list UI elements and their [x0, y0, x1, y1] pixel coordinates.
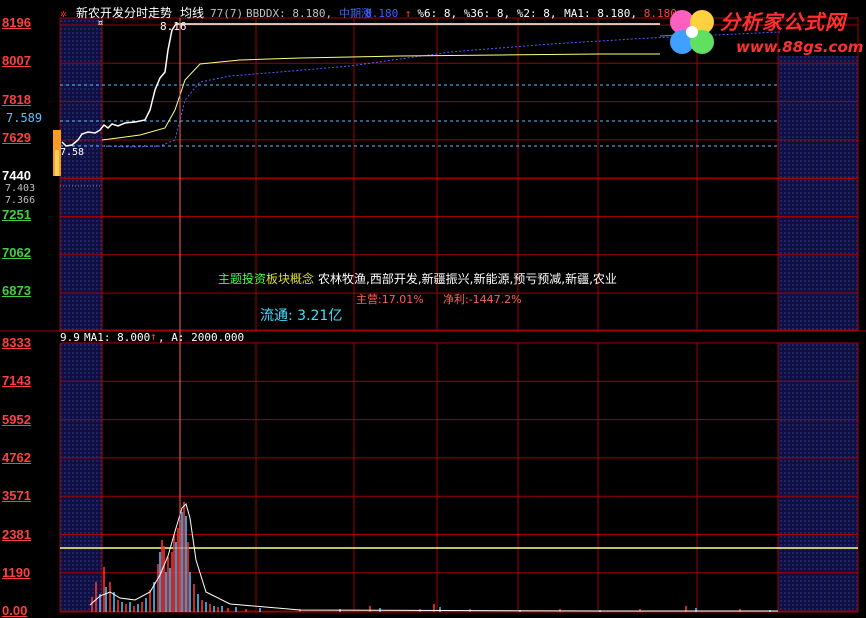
side-value-2: 7.403 — [5, 183, 36, 194]
volume-value: 9.9 — [60, 331, 80, 344]
intraday-chart-window: ¤ ✲ 新农开发分时走势 均线 77(7) BBDDX: 8.180, 中期涨 8.… — [0, 0, 866, 618]
theme-label: 主题投资 — [218, 272, 267, 286]
volume-axis-label: 0.00 — [2, 603, 28, 618]
volume-axis-label: 8333 — [2, 335, 31, 350]
low-price-annotation: 7.58 — [60, 147, 85, 158]
volume-a: , A: 2000.000 — [158, 331, 245, 344]
volume-axis-label: 1190 — [2, 564, 31, 580]
price-axis-label: 7062 — [2, 244, 31, 260]
concept-list: 农林牧渔,西部开发,新疆振兴,新能源,预亏预减,新疆,农业 — [318, 272, 617, 286]
indicator-item: 8.180 — [365, 7, 399, 20]
premarket-shade — [60, 18, 102, 330]
indicator-item: ↑ — [404, 7, 412, 20]
price-axis-label: 8007 — [2, 53, 31, 69]
volume-axis-label: 5952 — [2, 411, 31, 427]
price-axis-label: 7251 — [2, 206, 31, 222]
high-price-annotation: 8.16 — [160, 20, 187, 33]
price-axis-label: 8196 — [2, 15, 31, 30]
average-price-line — [101, 53, 660, 141]
auction-bar-inner — [55, 150, 59, 176]
chart-title: 新农开发分时走势 — [76, 6, 173, 20]
volume-axis-label: 3571 — [2, 488, 31, 504]
volume-arrow: ↑ — [150, 330, 157, 343]
postmarket-shade — [778, 56, 858, 330]
indicator-item: BBDDX: 8.180, — [246, 7, 333, 20]
premarket-shade-volume — [60, 343, 102, 612]
clover-logo-icon — [670, 10, 714, 54]
float-shares: 流通: 3.21亿 — [260, 308, 343, 324]
chart-canvas[interactable]: ¤ — [0, 0, 866, 615]
logo-url: www.88gs.com — [736, 38, 864, 56]
price-axis-label: 6873 — [2, 283, 31, 299]
price-axis-label: 7440 — [2, 168, 31, 184]
avg-label: 均线 — [180, 6, 205, 20]
main-business: 主营:17.01% — [356, 293, 424, 306]
volume-axis-label: 7143 — [2, 373, 31, 389]
volume-ma: MA1: 8.000 — [84, 331, 151, 344]
volume-axis-label: 2381 — [2, 526, 31, 542]
site-logo: 分析家公式网 www.88gs.com — [662, 2, 864, 62]
theme-overlap: 板块概念 — [266, 272, 315, 286]
volume-axis-label: 4762 — [2, 449, 31, 465]
logo-name: 分析家公式网 — [720, 10, 846, 34]
avg-value: 77(7) — [210, 7, 244, 20]
net-profit: 净利:-1447.2% — [443, 293, 522, 306]
price-axis-label: 7818 — [2, 91, 31, 107]
side-value-3: 7.366 — [5, 195, 36, 206]
price-axis-label: 7629 — [2, 129, 31, 145]
indicator-item: MA1: 8.180, — [564, 7, 637, 20]
postmarket-shade-volume — [778, 343, 858, 612]
stock-icon: ✲ — [60, 7, 67, 20]
indicator-item: %6: 8, %36: 8, %2: 8, — [417, 7, 557, 20]
side-value-1: 7.589 — [6, 111, 43, 125]
